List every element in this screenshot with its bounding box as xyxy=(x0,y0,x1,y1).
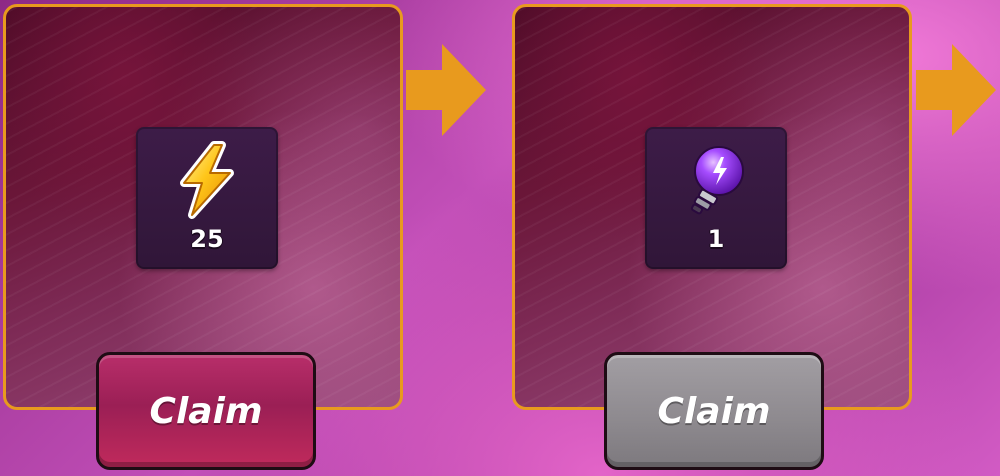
reward-count: 25 xyxy=(190,225,224,253)
purple-lightbulb-icon xyxy=(690,146,744,215)
claim-button-disabled[interactable]: Claim xyxy=(604,352,824,470)
reward-track: 25 1 Claim Claim xyxy=(0,0,1000,476)
reward-panel-2: 1 xyxy=(512,4,912,410)
reward-item-card: 1 xyxy=(645,127,787,269)
arrow-right-icon xyxy=(916,44,996,136)
arrow-right-icon xyxy=(406,44,486,136)
reward-count: 1 xyxy=(707,225,725,253)
claim-button[interactable]: Claim xyxy=(96,352,316,470)
reward-panel-1: 25 xyxy=(3,4,403,410)
lightning-bolt-icon xyxy=(180,141,234,219)
reward-item-card: 25 xyxy=(136,127,278,269)
